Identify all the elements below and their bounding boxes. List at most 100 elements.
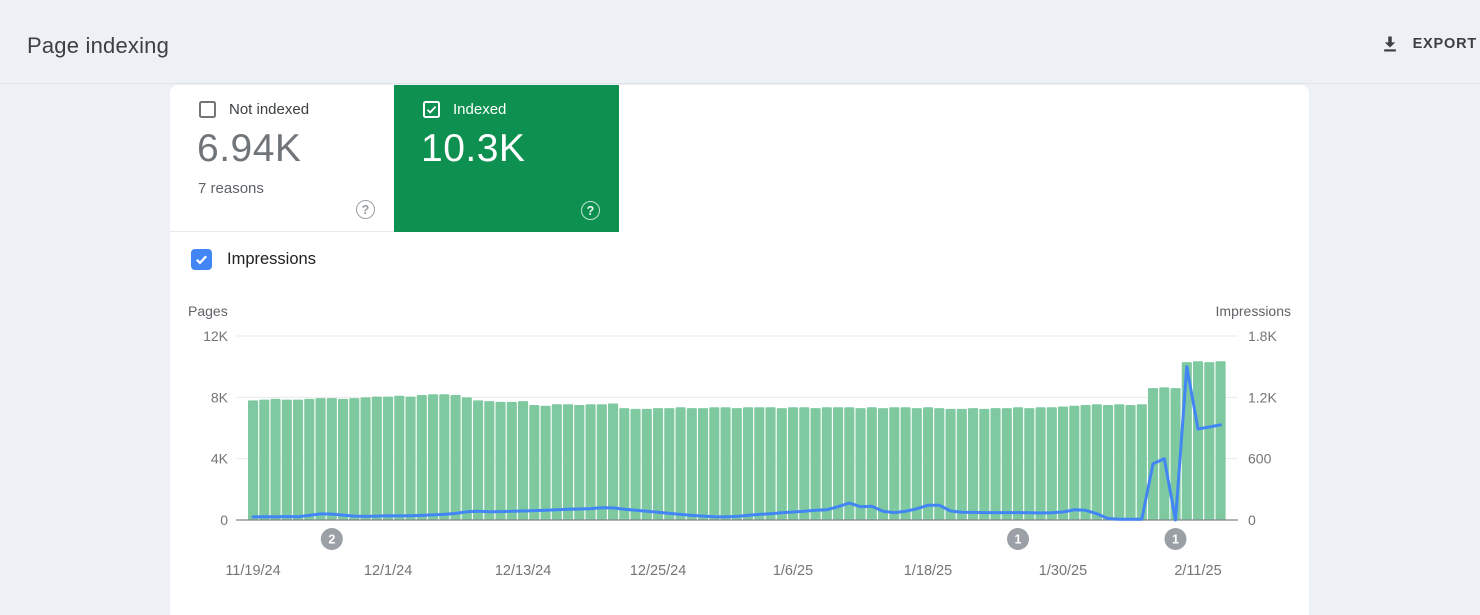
indexed-pages-bar[interactable] <box>833 407 843 520</box>
indexed-pages-bar[interactable] <box>1103 405 1113 520</box>
impressions-checkbox[interactable] <box>191 249 212 270</box>
indexed-pages-bar[interactable] <box>428 394 438 520</box>
indexed-pages-bar[interactable] <box>1013 407 1023 520</box>
indexed-pages-bar[interactable] <box>754 407 764 520</box>
chart-canvas: PagesImpressions12K8K4K01.8K1.2K600011/1… <box>170 300 1309 615</box>
export-button[interactable]: EXPORT <box>1380 30 1477 58</box>
help-icon[interactable]: ? <box>356 200 375 219</box>
indexed-pages-bar[interactable] <box>664 408 674 520</box>
indexed-pages-bar[interactable] <box>957 409 967 520</box>
indexed-pages-bar[interactable] <box>574 405 584 520</box>
pages-impressions-chart: PagesImpressions12K8K4K01.8K1.2K600011/1… <box>170 300 1309 615</box>
indexed-pages-bar[interactable] <box>529 405 539 520</box>
indexed-pages-bar[interactable] <box>642 409 652 520</box>
indexed-pages-bar[interactable] <box>282 400 292 520</box>
indexed-pages-bar[interactable] <box>653 408 663 520</box>
indexed-pages-bar[interactable] <box>417 395 427 520</box>
download-icon <box>1380 34 1400 54</box>
indexed-pages-bar[interactable] <box>439 394 449 520</box>
indexed-pages-bar[interactable] <box>361 397 371 520</box>
indexed-pages-bar[interactable] <box>552 404 562 520</box>
left-axis-title: Pages <box>188 303 228 319</box>
indexed-pages-bar[interactable] <box>912 408 922 520</box>
indexed-pages-bar[interactable] <box>889 407 899 520</box>
not-indexed-checkbox[interactable] <box>199 101 216 118</box>
indexed-pages-bar[interactable] <box>1204 362 1214 520</box>
indexed-pages-bar[interactable] <box>484 401 494 520</box>
indexed-pages-bar[interactable] <box>462 397 472 520</box>
indexed-pages-bar[interactable] <box>451 395 461 520</box>
indexed-pages-bar[interactable] <box>383 397 393 520</box>
indexed-pages-bar[interactable] <box>473 400 483 520</box>
indexed-pages-bar[interactable] <box>619 408 629 520</box>
indexed-pages-bar[interactable] <box>1036 407 1046 520</box>
indexed-pages-bar[interactable] <box>979 409 989 520</box>
indexed-pages-bar[interactable] <box>496 402 506 520</box>
indexed-pages-bar[interactable] <box>856 408 866 520</box>
indexed-pages-bar[interactable] <box>799 407 809 520</box>
annotation-marker-count: 1 <box>1015 533 1022 547</box>
indexed-pages-bar[interactable] <box>1024 408 1034 520</box>
indexed-pages-bar[interactable] <box>1126 405 1136 520</box>
indexed-pages-bar[interactable] <box>1148 388 1158 520</box>
help-icon[interactable]: ? <box>581 201 600 220</box>
indexed-pages-bar[interactable] <box>1114 404 1124 520</box>
indexed-pages-bar[interactable] <box>316 398 326 520</box>
indexed-pages-bar[interactable] <box>271 399 281 520</box>
indexed-pages-bar[interactable] <box>563 404 573 520</box>
indexed-pages-bar[interactable] <box>901 407 911 520</box>
indexed-pages-bar[interactable] <box>608 403 618 520</box>
x-axis-date-label: 12/25/24 <box>630 563 686 579</box>
indexed-pages-bar[interactable] <box>1047 407 1057 520</box>
indexed-pages-bar[interactable] <box>1216 361 1226 520</box>
not-indexed-count: 6.94K <box>197 127 301 171</box>
indexed-pages-bar[interactable] <box>259 400 269 520</box>
indexed-pages-bar[interactable] <box>766 407 776 520</box>
indexed-pages-bar[interactable] <box>248 400 258 520</box>
indexed-pages-bar[interactable] <box>349 398 359 520</box>
indexed-pages-bar[interactable] <box>946 409 956 520</box>
indexed-pages-bar[interactable] <box>1069 406 1079 520</box>
indexed-pages-bar[interactable] <box>597 404 607 520</box>
indexed-pages-bar[interactable] <box>777 408 787 520</box>
indexed-pages-bar[interactable] <box>811 408 821 520</box>
indexed-pages-bar[interactable] <box>878 408 888 520</box>
indexed-pages-bar[interactable] <box>304 399 314 520</box>
indexed-pages-bar[interactable] <box>968 408 978 520</box>
indexed-pages-bar[interactable] <box>586 404 596 520</box>
indexed-pages-bar[interactable] <box>698 408 708 520</box>
indexed-pages-bar[interactable] <box>923 407 933 520</box>
indexed-pages-bar[interactable] <box>687 408 697 520</box>
indexed-pages-bar[interactable] <box>507 402 517 520</box>
indexed-pages-bar[interactable] <box>709 407 719 520</box>
indexed-pages-bar[interactable] <box>1092 404 1102 520</box>
not-indexed-reasons: 7 reasons <box>198 180 264 197</box>
indexed-pages-bar[interactable] <box>372 397 382 520</box>
indexed-pages-bar[interactable] <box>406 397 416 520</box>
indexed-pages-bar[interactable] <box>822 407 832 520</box>
indexed-pages-bar[interactable] <box>631 409 641 520</box>
indexed-pages-bar[interactable] <box>293 400 303 520</box>
indexed-pages-bar[interactable] <box>732 408 742 520</box>
not-indexed-card[interactable]: Not indexed 6.94K 7 reasons ? <box>170 85 394 232</box>
indexed-pages-bar[interactable] <box>934 408 944 520</box>
indexed-pages-bar[interactable] <box>1058 407 1068 520</box>
indexed-pages-bar[interactable] <box>991 408 1001 520</box>
indexed-pages-bar[interactable] <box>676 407 686 520</box>
indexed-pages-bar[interactable] <box>1002 408 1012 520</box>
indexed-pages-bar[interactable] <box>518 401 528 520</box>
indexed-pages-bar[interactable] <box>867 407 877 520</box>
indexed-checkbox[interactable] <box>423 101 440 118</box>
indexed-pages-bar[interactable] <box>1193 361 1203 520</box>
indexed-pages-bar[interactable] <box>721 407 731 520</box>
indexed-pages-bar[interactable] <box>1159 387 1169 520</box>
indexed-pages-bar[interactable] <box>1081 405 1091 520</box>
indexed-pages-bar[interactable] <box>541 406 551 520</box>
indexed-pages-bar[interactable] <box>743 407 753 520</box>
indexed-pages-bar[interactable] <box>394 396 404 520</box>
indexed-pages-bar[interactable] <box>327 398 337 520</box>
indexed-pages-bar[interactable] <box>788 407 798 520</box>
left-axis-tick: 4K <box>211 451 229 467</box>
indexed-card[interactable]: Indexed 10.3K ? <box>394 85 619 232</box>
indexed-pages-bar[interactable] <box>338 399 348 520</box>
